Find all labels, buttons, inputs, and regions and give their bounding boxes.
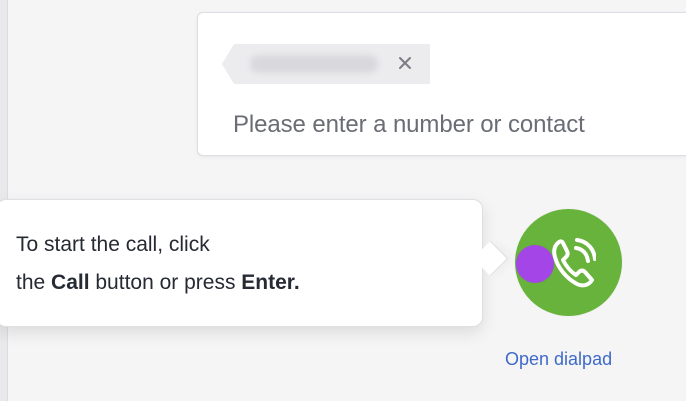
tooltip-line-2: the Call button or press Enter.	[16, 271, 300, 295]
close-icon	[399, 57, 411, 69]
tooltip-call-keyword: Call	[51, 271, 90, 294]
open-dialpad-link[interactable]: Open dialpad	[505, 349, 612, 370]
recipient-chip-label	[250, 55, 378, 73]
call-tooltip: To start the call, click the Call button…	[0, 199, 483, 327]
recipient-input-card[interactable]: Please enter a number or contact	[197, 12, 686, 156]
recipient-chip[interactable]	[222, 44, 430, 84]
tooltip-enter-keyword: Enter.	[241, 271, 300, 294]
tooltip-line-1: To start the call, click	[16, 233, 210, 256]
tooltip-text-middle: button or press	[89, 271, 242, 294]
focus-indicator	[516, 245, 554, 283]
tooltip-text-before-call: the	[16, 271, 52, 294]
recipient-input-placeholder: Please enter a number or contact	[233, 111, 585, 138]
remove-recipient-button[interactable]	[394, 52, 416, 74]
